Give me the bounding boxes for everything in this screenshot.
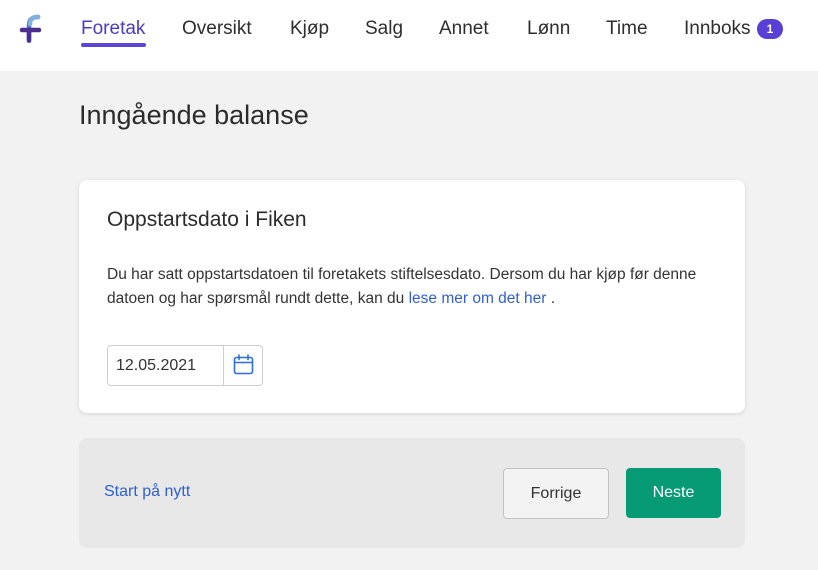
description-text: Du har satt oppstartsdatoen til foretake… xyxy=(107,266,697,307)
startup-date-field xyxy=(107,345,263,386)
startup-date-input[interactable] xyxy=(108,346,222,385)
nav-item-annet[interactable]: Annet xyxy=(439,18,489,40)
next-button[interactable]: Neste xyxy=(626,468,721,518)
top-navigation: Foretak Oversikt Kjøp Salg Annet Lønn Ti… xyxy=(0,0,818,71)
fiken-logo-icon[interactable] xyxy=(19,13,45,43)
nav-item-innboks[interactable]: Innboks xyxy=(684,18,751,40)
description-end: . xyxy=(546,290,556,307)
calendar-icon xyxy=(233,354,254,375)
page-title: Inngående balanse xyxy=(79,100,309,130)
nav-item-salg[interactable]: Salg xyxy=(365,18,403,40)
card-description: Du har satt oppstartsdatoen til foretake… xyxy=(107,263,727,311)
wizard-footer: Start på nytt Forrige Neste xyxy=(79,438,745,548)
startup-date-card: Oppstartsdato i Fiken Du har satt oppsta… xyxy=(79,180,745,413)
nav-item-oversikt[interactable]: Oversikt xyxy=(182,18,252,40)
nav-active-indicator xyxy=(81,43,146,47)
nav-item-time[interactable]: Time xyxy=(606,18,648,40)
nav-item-kjop[interactable]: Kjøp xyxy=(290,18,329,40)
start-over-link[interactable]: Start på nytt xyxy=(104,483,190,501)
calendar-button[interactable] xyxy=(223,346,263,385)
nav-item-foretak[interactable]: Foretak xyxy=(81,18,145,40)
nav-item-lonn[interactable]: Lønn xyxy=(527,18,570,40)
inbox-count-badge: 1 xyxy=(757,19,783,39)
card-title: Oppstartsdato i Fiken xyxy=(107,208,307,231)
read-more-link[interactable]: lese mer om det her xyxy=(409,290,547,307)
previous-button[interactable]: Forrige xyxy=(503,468,609,519)
